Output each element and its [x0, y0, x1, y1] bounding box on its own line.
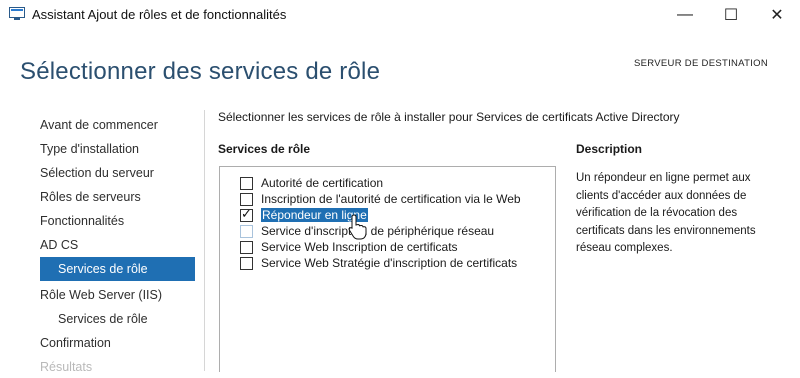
nav-item-roles-serveurs[interactable]: Rôles de serveurs — [40, 186, 141, 208]
nav-divider — [204, 110, 205, 371]
nav-item-services-de-role-active[interactable]: Services de rôle — [40, 257, 195, 281]
checkbox[interactable] — [240, 256, 253, 270]
title-bar: Assistant Ajout de rôles et de fonctionn… — [0, 0, 800, 30]
list-item-label: Service Web Stratégie d'inscription de c… — [261, 256, 518, 270]
maximize-icon: ☐ — [723, 7, 739, 24]
checkbox-checked[interactable]: ✓ — [240, 205, 253, 222]
nav-item-type-installation[interactable]: Type d'installation — [40, 138, 139, 160]
list-item-label: Service Web Inscription de certificats — [261, 240, 458, 254]
nav-item-avant-de-commencer[interactable]: Avant de commencer — [40, 114, 158, 136]
nav-item-role-web-server[interactable]: Rôle Web Server (IIS) — [40, 284, 162, 306]
list-item-autorite-certification[interactable]: Autorité de certification — [240, 175, 383, 191]
description-heading: Description — [576, 142, 643, 156]
minimize-icon: — — [677, 6, 693, 23]
hand-cursor-icon — [348, 214, 367, 240]
nav-item-ad-cs[interactable]: AD CS — [40, 234, 78, 256]
checkbox[interactable] — [240, 224, 253, 238]
role-services-list[interactable]: Autorité de certification Inscription de… — [219, 166, 556, 372]
page-title: Sélectionner des services de rôle — [20, 58, 381, 85]
checkbox[interactable] — [240, 240, 253, 254]
checkbox[interactable] — [240, 176, 253, 190]
list-item-inscription-web[interactable]: Inscription de l'autorité de certificati… — [240, 191, 521, 207]
list-item-label: Autorité de certification — [261, 176, 384, 190]
checkmark-icon: ✓ — [241, 205, 252, 221]
checkbox[interactable] — [240, 192, 253, 206]
close-icon: ✕ — [770, 7, 784, 24]
close-button[interactable]: ✕ — [754, 0, 800, 30]
nav-item-services-de-role-iis[interactable]: Services de rôle — [58, 308, 148, 330]
nav-item-selection-serveur[interactable]: Sélection du serveur — [40, 162, 154, 184]
list-item-web-inscription[interactable]: Service Web Inscription de certificats — [240, 239, 458, 255]
nav-item-confirmation[interactable]: Confirmation — [40, 332, 111, 354]
instruction-text: Sélectionner les services de rôle à inst… — [218, 110, 680, 124]
list-item-label: Service d'inscription de périphérique ré… — [261, 224, 495, 238]
window-title: Assistant Ajout de rôles et de fonctionn… — [32, 7, 287, 22]
list-item-web-strategie[interactable]: Service Web Stratégie d'inscription de c… — [240, 255, 517, 271]
nav-item-label: Services de rôle — [58, 262, 148, 276]
destination-server-label: SERVEUR DE DESTINATION — [634, 58, 768, 69]
maximize-button[interactable]: ☐ — [708, 0, 754, 30]
nav-item-resultats: Résultats — [40, 360, 93, 374]
list-item-label: Inscription de l'autorité de certificati… — [261, 192, 521, 206]
services-heading: Services de rôle — [218, 142, 311, 156]
nav-item-fonctionnalites[interactable]: Fonctionnalités — [40, 210, 124, 232]
wizard-navigation: Avant de commencer Type d'installation S… — [0, 110, 200, 374]
description-text: Un répondeur en ligne permet aux clients… — [576, 172, 756, 254]
minimize-button[interactable]: — — [662, 0, 708, 30]
wizard-header: Sélectionner des services de rôle SERVEU… — [0, 30, 800, 100]
server-manager-icon — [9, 7, 25, 20]
